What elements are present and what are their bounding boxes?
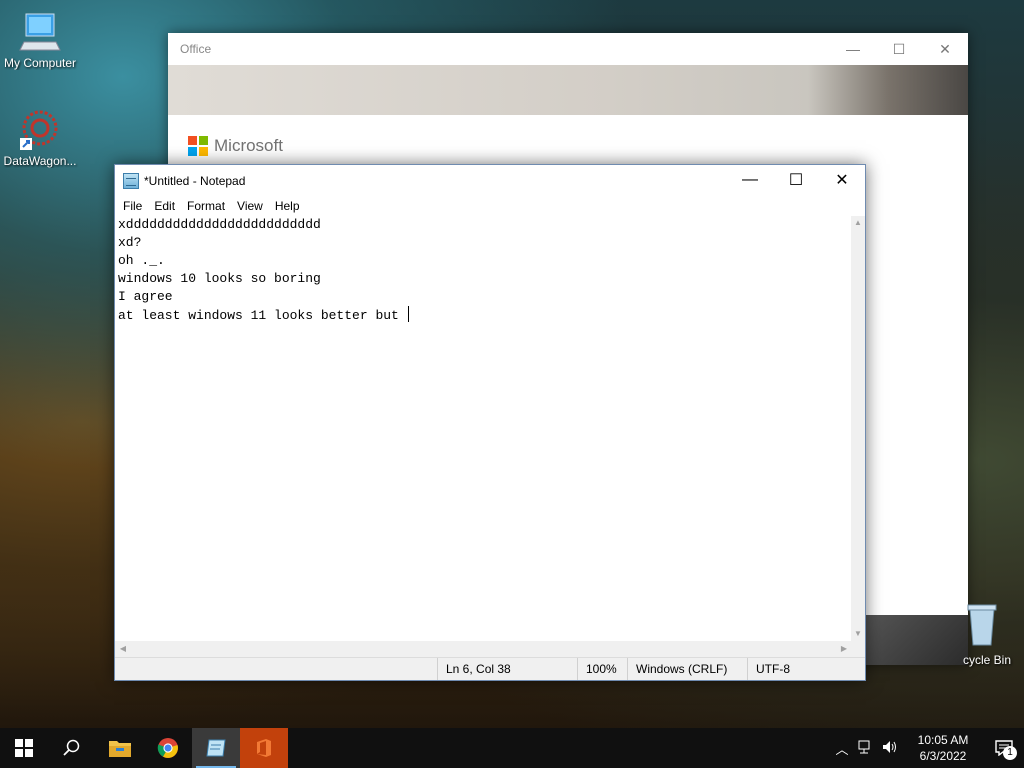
system-tray: ︿ 10:05 AM 6/3/2022 1 [830,728,1024,768]
start-button[interactable] [0,728,48,768]
action-center-button[interactable]: 1 [984,728,1024,768]
desktop-icon-label: My Computer [3,56,77,70]
notepad-titlebar[interactable]: *Untitled - Notepad — ☐ ✕ [115,165,865,196]
scroll-right-icon[interactable]: ▶ [836,641,852,657]
clock[interactable]: 10:05 AM 6/3/2022 [908,732,978,764]
text-line: at least windows 11 looks better but [118,308,407,323]
desktop-icon-datawagon[interactable]: DataWagon... [0,108,80,168]
maximize-button[interactable]: ☐ [773,165,819,195]
minimize-button[interactable]: — [830,33,876,65]
close-button[interactable]: ✕ [922,33,968,65]
text-line: oh ._. [118,253,165,268]
text-line: windows 10 looks so boring [118,271,321,286]
notepad-window-controls: — ☐ ✕ [727,165,865,195]
start-icon [15,739,33,757]
network-icon[interactable] [854,740,878,757]
menu-help[interactable]: Help [269,199,306,213]
text-line-current: at least windows 11 looks better but [118,306,849,325]
close-button[interactable]: ✕ [819,165,865,195]
notepad-icon [206,739,226,757]
status-position: Ln 6, Col 38 [437,658,577,680]
file-explorer-icon [109,741,131,757]
clock-date: 6/3/2022 [919,749,967,763]
office-icon [257,739,271,757]
status-bar: Ln 6, Col 38 100% Windows (CRLF) UTF-8 [115,657,865,680]
horizontal-scrollbar[interactable]: ◀ ▶ [115,641,852,657]
desktop-icon-label: cycle Bin [963,653,1012,667]
office-image-strip [866,615,968,665]
clock-time: 10:05 AM [917,733,969,747]
search-icon [63,739,80,756]
computer-icon [19,13,61,51]
taskbar-chrome[interactable] [144,728,192,768]
chrome-icon [157,738,178,758]
taskbar-file-explorer[interactable] [96,728,144,768]
status-line-ending: Windows (CRLF) [627,658,747,680]
scroll-up-icon[interactable]: ▲ [851,216,865,230]
microsoft-brand-text: Microsoft [214,136,283,155]
taskbar-notepad[interactable] [192,728,240,768]
maximize-button[interactable]: ☐ [876,33,922,65]
window-title: *Untitled - Notepad [144,173,246,188]
text-line: xddddddddddddddddddddddddd [118,217,321,232]
microsoft-logo: Microsoft [188,136,283,156]
text-editor[interactable]: xddddddddddddddddddddddddd xd? oh ._.windo… [115,216,852,640]
desktop-icon-label: DataWagon... [3,154,77,168]
scroll-left-icon[interactable]: ◀ [115,641,131,657]
scroll-down-icon[interactable]: ▼ [851,627,865,641]
minimize-button[interactable]: — [727,165,773,195]
notification-badge: 1 [1003,746,1017,760]
office-window-controls: — ☐ ✕ [830,33,968,65]
vertical-scrollbar[interactable]: ▲ ▼ [851,216,865,641]
text-line: xd? [118,235,142,250]
taskbar: ︿ 10:05 AM 6/3/2022 1 [0,728,1024,768]
status-encoding: UTF-8 [747,658,865,680]
recycle-bin-icon [967,604,997,646]
notepad-icon [123,172,139,189]
text-caret [407,306,409,322]
datawagon-icon [20,110,58,150]
menu-bar: File Edit Format View Help [115,196,865,215]
office-banner-image [168,65,968,115]
notepad-window[interactable]: *Untitled - Notepad — ☐ ✕ File Edit Form… [114,164,866,681]
desktop-icon-my-computer[interactable]: My Computer [0,10,80,70]
text-line: I agree [118,289,173,304]
status-zoom: 100% [577,658,627,680]
menu-view[interactable]: View [231,199,269,213]
desktop-icon-recycle-bin[interactable]: cycle Bin [960,603,1020,667]
menu-format[interactable]: Format [181,199,231,213]
microsoft-logo-icon [188,136,208,156]
menu-edit[interactable]: Edit [148,199,181,213]
chevron-up-icon[interactable]: ︿ [830,739,854,758]
menu-file[interactable]: File [117,199,148,213]
search-button[interactable] [48,728,96,768]
taskbar-office[interactable] [240,728,288,768]
scrollbar-corner [851,641,865,657]
volume-icon[interactable] [878,740,902,757]
